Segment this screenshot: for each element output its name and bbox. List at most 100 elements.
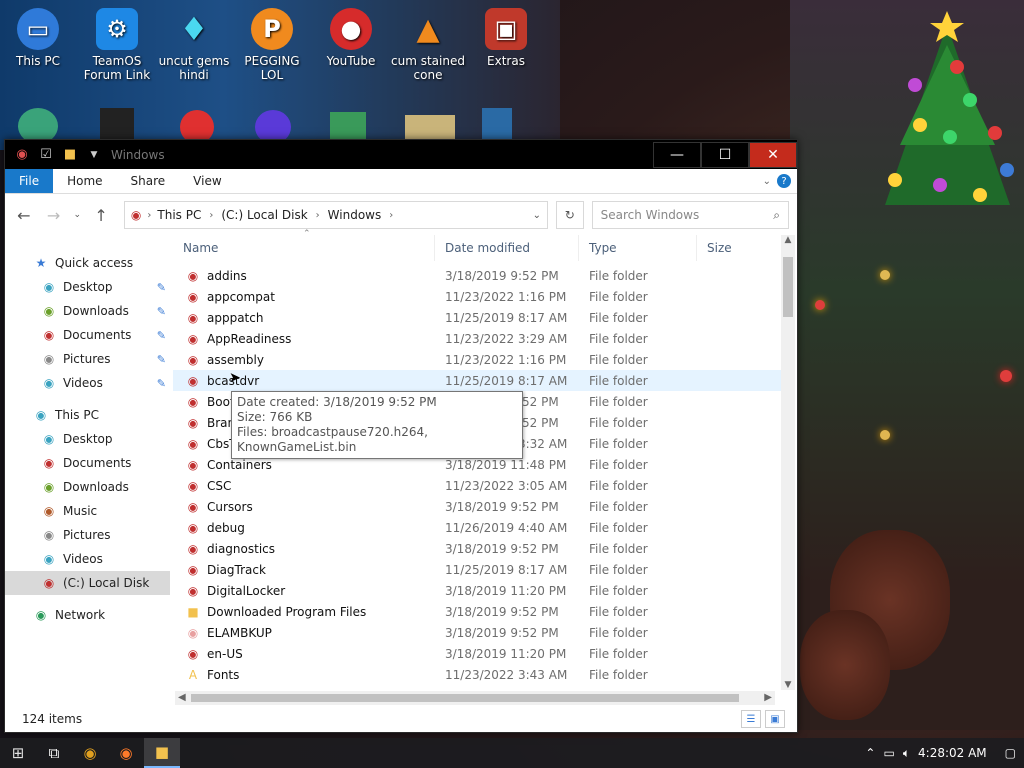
sidebar-item-music[interactable]: ◉ Music <box>5 499 170 523</box>
help-icon[interactable]: ? <box>777 174 791 188</box>
address-bar[interactable]: ◉ › This PC › (C:) Local Disk › Windows … <box>123 201 548 229</box>
clock[interactable]: 4:28:02 AM <box>918 746 987 760</box>
desktop-icon-extras[interactable]: ▣ Extras <box>468 8 544 68</box>
address-history-chevron-icon[interactable]: ⌄ <box>533 210 541 221</box>
sidebar-item-pictures[interactable]: ◉ Pictures <box>5 523 170 547</box>
table-row[interactable]: ◉ en-US 3/18/2019 11:20 PM File folder <box>173 643 793 664</box>
sidebar-item-quick-access[interactable]: ★ Quick access <box>5 251 170 275</box>
breadcrumb-separator-icon[interactable]: › <box>316 210 320 221</box>
minimize-button[interactable]: — <box>653 142 701 168</box>
search-input[interactable]: Search Windows ⌕ <box>591 201 790 229</box>
pin-icon[interactable]: ✎ <box>157 353 166 366</box>
forward-arrow-icon[interactable]: → <box>43 206 65 225</box>
notifications-icon[interactable]: ▢ <box>1005 746 1016 760</box>
tab-view[interactable]: View <box>179 169 235 193</box>
table-row[interactable]: ◉ bcastdvr 11/25/2019 8:17 AM File folder <box>173 370 793 391</box>
scroll-left-arrow-icon[interactable]: ◀ <box>178 692 186 703</box>
breadcrumb-this-pc[interactable]: This PC <box>157 208 201 222</box>
breadcrumb-separator-icon[interactable]: › <box>209 210 213 221</box>
column-header-date-modified[interactable]: Date modified <box>435 235 579 261</box>
table-row[interactable]: ◉ apppatch 11/25/2019 8:17 AM File folder <box>173 307 793 328</box>
pin-icon[interactable]: ✎ <box>157 281 166 294</box>
sidebar-item-this-pc[interactable]: ◉ This PC <box>5 403 170 427</box>
angry-bird-icon: ● <box>330 8 372 50</box>
column-header-name[interactable]: Name ⌃ <box>173 229 435 261</box>
customize-toolbar-chevron-icon[interactable]: ▼ <box>85 147 103 163</box>
pin-icon[interactable]: ✎ <box>157 305 166 318</box>
scroll-right-arrow-icon[interactable]: ▶ <box>764 692 772 703</box>
title-bar[interactable]: ◉ ☑ ■ ▼ Windows — ☐ ✕ <box>5 140 797 169</box>
tab-share[interactable]: Share <box>117 169 180 193</box>
pin-icon[interactable]: ✎ <box>157 329 166 342</box>
sidebar-item-desktop[interactable]: ◉ Desktop <box>5 427 170 451</box>
chrome-taskbar-button[interactable]: ◉ <box>72 738 108 768</box>
sidebar-item-documents[interactable]: ◉ Documents ✎ <box>5 323 170 347</box>
table-row[interactable]: ◉ addins 3/18/2019 9:52 PM File folder <box>173 265 793 286</box>
table-row[interactable]: ◉ diagnostics 3/18/2019 9:52 PM File folder <box>173 538 793 559</box>
file-explorer-taskbar-button[interactable]: ■ <box>144 738 180 768</box>
task-view-button[interactable]: ⧉ <box>36 738 72 768</box>
start-button[interactable]: ⊞ <box>0 738 36 768</box>
table-row[interactable]: A Fonts 11/23/2022 3:43 AM File folder <box>173 664 793 685</box>
sidebar-item-downloads[interactable]: ◉ Downloads ✎ <box>5 299 170 323</box>
table-row[interactable]: ◉ debug 11/26/2019 4:40 AM File folder <box>173 517 793 538</box>
table-row[interactable]: ◉ AppReadiness 11/23/2022 3:29 AM File fold… <box>173 328 793 349</box>
sidebar-item-downloads[interactable]: ◉ Downloads <box>5 475 170 499</box>
breadcrumb-windows[interactable]: Windows <box>328 208 382 222</box>
desktop-icon-youtube[interactable]: ● YouTube <box>313 8 389 68</box>
new-folder-icon[interactable]: ■ <box>61 147 79 163</box>
recent-locations-chevron-icon[interactable]: ⌄ <box>72 210 82 220</box>
table-row[interactable]: ◉ appcompat 11/23/2022 1:16 PM File folder <box>173 286 793 307</box>
sidebar-item-local-disk[interactable]: ◉ (C:) Local Disk <box>5 571 170 595</box>
vertical-scrollbar[interactable]: ▲ ▼ <box>781 235 795 690</box>
network-status-icon[interactable]: ▭ <box>883 746 894 760</box>
table-row[interactable]: ◉ DiagTrack 11/25/2019 8:17 AM File folder <box>173 559 793 580</box>
up-arrow-icon[interactable]: ↑ <box>90 206 112 225</box>
vertical-scroll-thumb[interactable] <box>783 257 793 317</box>
volume-icon[interactable]: 🔈︎ <box>903 746 910 761</box>
sidebar-item-videos[interactable]: ◉ Videos <box>5 547 170 571</box>
maximize-button[interactable]: ☐ <box>701 142 749 168</box>
scroll-up-arrow-icon[interactable]: ▲ <box>781 235 795 245</box>
file-explorer-window[interactable]: ◉ ☑ ■ ▼ Windows — ☐ ✕ File Home Share Vi… <box>4 139 798 733</box>
table-row[interactable]: ◉ Cursors 3/18/2019 9:52 PM File folder <box>173 496 793 517</box>
column-header-type[interactable]: Type <box>579 235 697 261</box>
horizontal-scrollbar[interactable]: ◀ ▶ <box>175 691 775 705</box>
close-button[interactable]: ✕ <box>749 142 797 168</box>
desktop-icon-pegging-lol[interactable]: P PEGGING LOL <box>234 8 310 82</box>
show-hidden-icons-chevron-icon[interactable]: ⌃ <box>865 746 875 760</box>
table-row[interactable]: ◉ ELAMBKUP 3/18/2019 9:52 PM File folder <box>173 622 793 643</box>
tab-home[interactable]: Home <box>53 169 116 193</box>
firefox-taskbar-button[interactable]: ◉ <box>108 738 144 768</box>
sidebar-item-documents[interactable]: ◉ Documents <box>5 451 170 475</box>
table-row[interactable]: ◉ assembly 11/23/2022 1:16 PM File folder <box>173 349 793 370</box>
gear-icon: ⚙ <box>96 8 138 50</box>
properties-icon[interactable]: ☑ <box>37 147 55 163</box>
back-arrow-icon[interactable]: ← <box>13 206 35 225</box>
desktop-icon-uncut-gems[interactable]: ♦ uncut gems hindi <box>156 8 232 82</box>
sidebar-item-desktop[interactable]: ◉ Desktop ✎ <box>5 275 170 299</box>
refresh-button[interactable]: ↻ <box>555 201 584 229</box>
breadcrumb-local-disk[interactable]: (C:) Local Disk <box>221 208 307 222</box>
table-row[interactable]: ■ Downloaded Program Files 3/18/2019 9:52 … <box>173 601 793 622</box>
breadcrumb-separator-icon[interactable]: › <box>389 210 393 221</box>
pin-icon[interactable]: ✎ <box>157 377 166 390</box>
table-row[interactable]: ◉ CSC 11/23/2022 3:05 AM File folder <box>173 475 793 496</box>
explorer-app-icon[interactable]: ◉ <box>13 147 31 163</box>
gift-icon: ▣ <box>485 8 527 50</box>
horizontal-scroll-thumb[interactable] <box>191 694 739 702</box>
sidebar-item-network[interactable]: ◉ Network <box>5 603 170 627</box>
large-icons-view-icon[interactable]: ▣ <box>765 710 785 728</box>
desktop-icon-cum-stained-cone[interactable]: ▲ cum stained cone <box>390 8 466 83</box>
sidebar-item-videos[interactable]: ◉ Videos ✎ <box>5 371 170 395</box>
desktop-icon-this-pc[interactable]: ▭ This PC <box>0 8 76 68</box>
tab-file[interactable]: File <box>5 169 54 193</box>
details-view-icon[interactable]: ☰ <box>741 710 761 728</box>
sidebar-item-pictures[interactable]: ◉ Pictures ✎ <box>5 347 170 371</box>
scroll-down-arrow-icon[interactable]: ▼ <box>781 680 795 690</box>
table-row[interactable]: ◉ DigitalLocker 3/18/2019 11:20 PM File fol… <box>173 580 793 601</box>
breadcrumb-separator-icon[interactable]: › <box>147 210 151 221</box>
expand-ribbon-chevron-icon[interactable]: ⌄ <box>763 176 771 187</box>
desktop-icon-teamos[interactable]: ⚙ TeamOS Forum Link <box>79 8 155 82</box>
column-header-size[interactable]: Size <box>697 235 777 261</box>
